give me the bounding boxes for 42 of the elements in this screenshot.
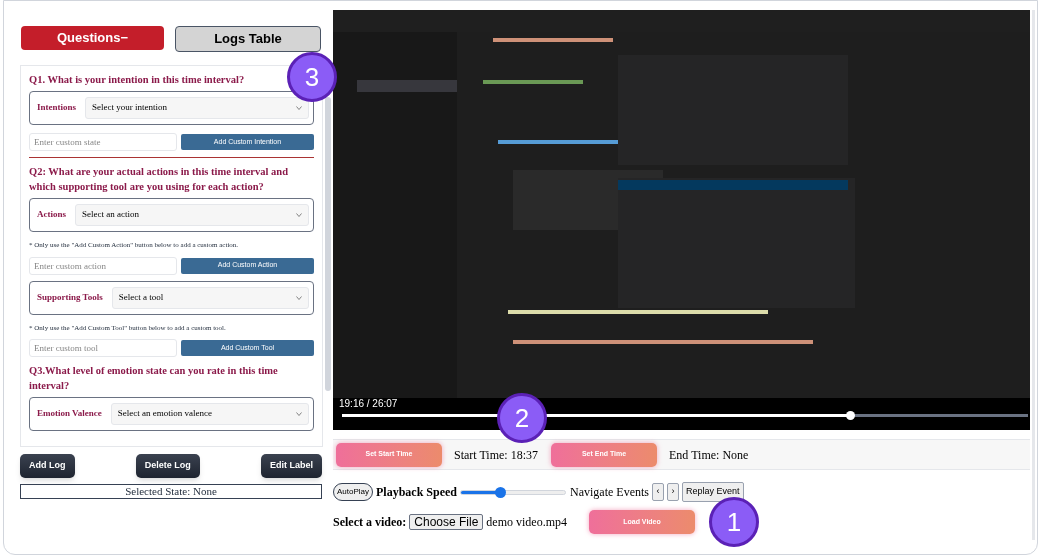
field-label: Emotion Valence [36, 407, 103, 421]
chevron-icon [296, 213, 302, 217]
log-button[interactable]: Edit Label [261, 454, 322, 478]
selected-state: Selected State: None [20, 484, 322, 499]
navigate-label: Navigate Events [570, 484, 650, 501]
speed-slider[interactable] [460, 489, 567, 495]
start-time: Start Time: 18:37 [454, 446, 539, 464]
number-badge: 1 [709, 497, 759, 547]
number-badge: 3 [287, 52, 337, 102]
end-time: End Time: None [669, 446, 749, 464]
autoplay-button[interactable]: AutoPlay [333, 483, 374, 501]
progress-handle[interactable] [845, 411, 855, 420]
input-field[interactable]: Enter custom state [29, 133, 177, 151]
field-label: Actions [36, 208, 67, 222]
select-field[interactable]: Select your intention [85, 97, 309, 119]
question-title: Q3.What level of emotion state can you rate in this time interval? [29, 364, 279, 393]
select-field[interactable]: Select an emotion valence [110, 403, 309, 425]
slider-thumb[interactable] [494, 486, 506, 498]
speed-label: Playback Speed [376, 484, 458, 501]
select-field[interactable]: Select an action [75, 204, 309, 226]
scrollbar[interactable] [325, 97, 331, 391]
log-button[interactable]: Delete Log [135, 454, 200, 478]
previous-button[interactable]: ‹ [652, 483, 665, 501]
question-title: Q1. What is your intention in this time interval? [29, 73, 245, 87]
file-name: demo video.mp4 [486, 514, 567, 531]
select-field[interactable]: Select a tool [111, 286, 309, 309]
tab[interactable]: Questions− [21, 26, 164, 50]
chevron-icon [296, 412, 302, 416]
question-title: Q2: What are your actual actions in this time interval and which supporting tool are you using for each action? [29, 165, 289, 194]
choose-file-button[interactable]: Choose File [409, 514, 484, 530]
chevron-icon [296, 295, 302, 300]
replay-button[interactable]: Replay Event [682, 482, 744, 502]
chevron-icon [296, 106, 302, 110]
field-label: Intentions [36, 101, 77, 115]
next-button[interactable]: › [667, 483, 680, 501]
field-label: Supporting Tools [36, 290, 104, 304]
log-button[interactable]: Add Log [20, 454, 75, 478]
input-field[interactable]: Enter custom tool [29, 339, 177, 357]
file-label: Select a video: [333, 514, 407, 531]
input-field[interactable]: Enter custom action [29, 256, 177, 275]
tab[interactable]: Logs Table [175, 26, 321, 52]
time-display: 19:16 / 26:07 [339, 397, 398, 411]
